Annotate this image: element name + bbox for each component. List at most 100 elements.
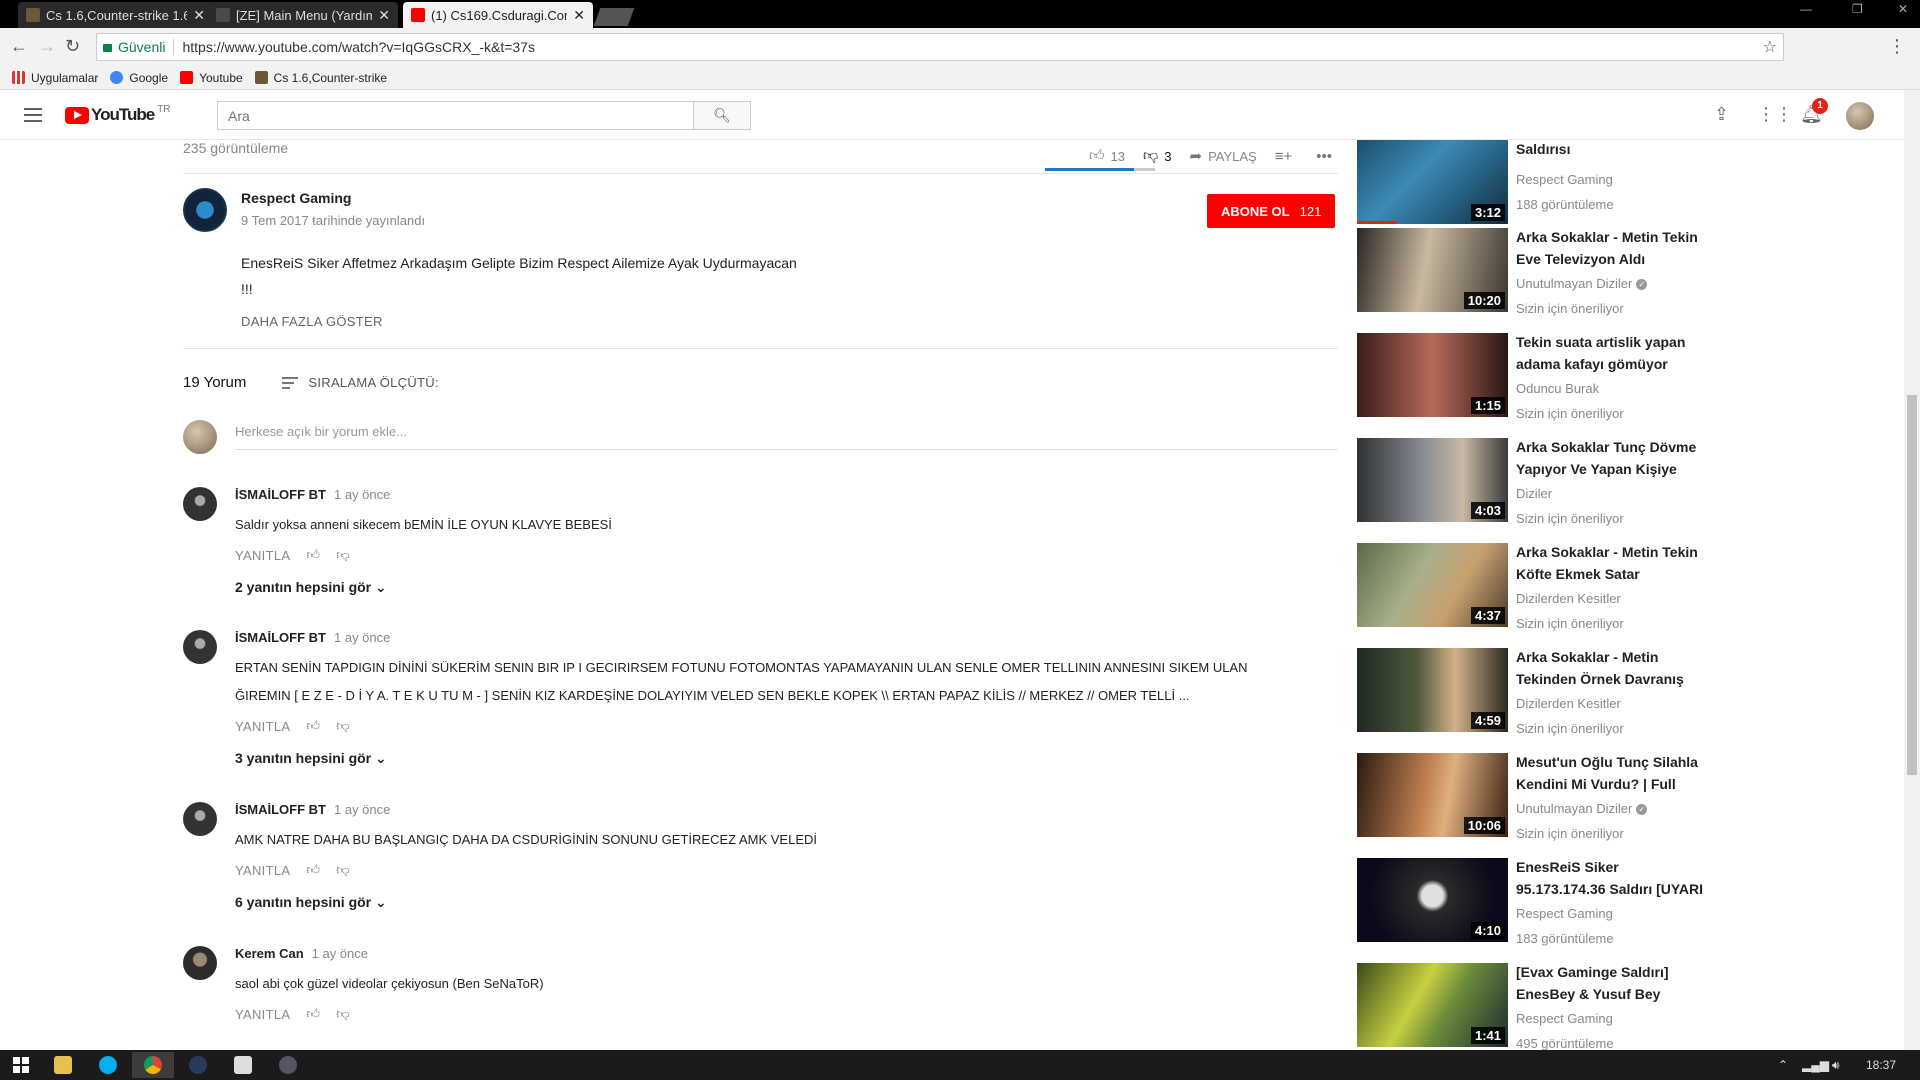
apps-icon[interactable]: ⋮⋮ [1757,104,1793,125]
show-more-button[interactable]: DAHA FAZLA GÖSTER [241,314,383,329]
related-video[interactable]: 1:15 Tekin suata artislik yapan adama kaf… [1357,331,1717,421]
related-video-channel[interactable]: Respect Gaming [1516,1011,1613,1026]
commenter-avatar[interactable] [183,487,217,521]
related-video-title[interactable]: Arka Sokaklar - Metin Tekin Köfte Ekmek S… [1516,541,1716,585]
more-actions-button[interactable]: ••• [1316,148,1338,165]
comment-like-icon[interactable]: 👍︎ [306,547,320,563]
comment-author[interactable]: İSMAİLOFF BT [235,802,326,817]
like-button[interactable]: 👍︎ 13 [1089,147,1125,165]
upload-icon[interactable]: ⇪ [1714,104,1729,125]
related-video-channel[interactable]: Respect Gaming [1516,172,1613,187]
related-video-channel[interactable]: Respect Gaming [1516,906,1613,921]
subscribe-button[interactable]: ABONE OL 121 [1207,194,1336,228]
related-video-channel[interactable]: Unutulmayan Diziler ✓ [1516,801,1648,816]
comment-dislike-icon[interactable]: 👎︎ [336,862,350,878]
video-thumbnail[interactable]: 10:20 [1357,228,1508,312]
related-video[interactable]: 10:06 Mesut'un Oğlu Tunç Silahla Kendini … [1357,751,1717,841]
related-video-title[interactable]: Mesut'un Oğlu Tunç Silahla Kendini Mi Vur… [1516,751,1716,795]
reply-button[interactable]: YANITLA [235,863,290,878]
browser-tab-active[interactable]: (1) Cs169.Csduragi.Com ✕ [403,2,593,28]
volume-icon[interactable]: 🔊︎ [1832,1058,1840,1073]
taskbar-cs16[interactable] [222,1052,264,1078]
related-video-title[interactable]: Arka Sokaklar - Metin Tekin Eve Televizyo… [1516,226,1716,270]
url-text[interactable]: https://www.youtube.com/watch?v=IqGGsCRX… [182,39,535,55]
related-video-channel[interactable]: Unutulmayan Diziler ✓ [1516,276,1648,291]
view-replies-button[interactable]: 2 yanıtın hepsini gör ⌄ [235,579,387,596]
chrome-menu-icon[interactable]: ⋮ [1888,36,1906,57]
secure-indicator[interactable]: Güvenli [97,39,165,55]
page-scrollbar[interactable] [1904,90,1920,1050]
channel-name[interactable]: Respect Gaming [241,190,351,206]
related-video[interactable]: 1:41 [Evax Gaminge Saldırı] EnesBey & Yus… [1357,961,1717,1050]
bookmark-youtube[interactable]: Youtube [180,71,243,85]
sort-menu[interactable]: SIRALAMA ÖLÇÜTÜ: [282,375,439,390]
comment-like-icon[interactable]: 👍︎ [306,1006,320,1022]
related-video[interactable]: 10:20 Arka Sokaklar - Metin Tekin Eve Tel… [1357,226,1717,316]
commenter-avatar[interactable] [183,630,217,664]
reply-button[interactable]: YANITLA [235,1007,290,1022]
video-thumbnail[interactable]: 10:06 [1357,753,1508,837]
comment-time[interactable]: 1 ay önce [312,946,368,961]
related-video-title[interactable]: Tekin suata artislik yapan adama kafayı g… [1516,331,1716,375]
add-to-playlist-button[interactable]: ≡+ [1275,148,1299,165]
related-video[interactable]: 3:12 Saldırısı Respect Gaming 188 görünt… [1357,140,1717,226]
browser-tab[interactable]: [ZE] Main Menu (Yardım ✕ [208,2,398,28]
comment-author[interactable]: Kerem Can [235,946,304,961]
related-video[interactable]: 4:37 Arka Sokaklar - Metin Tekin Köfte Ek… [1357,541,1717,631]
video-thumbnail[interactable]: 1:41 [1357,963,1508,1047]
reload-icon[interactable]: ↻ [65,36,80,57]
search-input[interactable] [218,102,693,129]
related-video-channel[interactable]: Dizilerden Kesitler [1516,696,1621,711]
commenter-avatar[interactable] [183,946,217,980]
share-button[interactable]: ➦ PAYLAŞ [1189,147,1256,165]
hamburger-menu-icon[interactable] [24,108,42,122]
bookmark-apps[interactable]: Uygulamalar [12,71,98,85]
forward-icon[interactable]: → [38,36,56,57]
network-icon[interactable]: ▂▄▆ [1802,1058,1829,1072]
bookmark-google[interactable]: Google [110,71,168,85]
commenter-avatar[interactable] [183,802,217,836]
related-video[interactable]: 4:59 Arka Sokaklar - Metin Tekinden Örnek… [1357,646,1717,736]
comment-like-icon[interactable]: 👍︎ [306,862,320,878]
clock[interactable]: 18:37 [1866,1058,1896,1072]
comment-dislike-icon[interactable]: 👎︎ [336,547,350,563]
video-thumbnail[interactable]: 4:03 [1357,438,1508,522]
reply-button[interactable]: YANITLA [235,548,290,563]
related-video-channel[interactable]: Dizilerden Kesitler [1516,591,1621,606]
related-video-channel[interactable]: Diziler [1516,486,1552,501]
dislike-button[interactable]: 👎︎ 3 [1143,147,1171,165]
maximize-icon[interactable]: ❐ [1852,2,1863,16]
related-video-title[interactable]: Arka Sokaklar - Metin Tekinden Örnek Davr… [1516,646,1716,690]
reply-button[interactable]: YANITLA [235,719,290,734]
related-video[interactable]: 4:10 EnesReiS Siker 95.173.174.36 Saldırı… [1357,858,1717,946]
comment-time[interactable]: 1 ay önce [334,487,390,502]
video-thumbnail[interactable]: 4:10 [1357,858,1508,942]
add-comment-input[interactable]: Herkese açık bir yorum ekle... [235,424,1338,450]
close-tab-icon[interactable]: ✕ [378,7,390,24]
comment-time[interactable]: 1 ay önce [334,630,390,645]
tray-chevron-icon[interactable]: ⌃ [1778,1058,1788,1072]
minimize-icon[interactable]: — [1800,2,1812,16]
related-video-title[interactable]: [Evax Gaminge Saldırı] EnesBey & Yusuf Be… [1516,961,1716,1005]
comment-dislike-icon[interactable]: 👎︎ [336,1006,350,1022]
account-avatar[interactable] [1846,102,1874,130]
video-thumbnail[interactable]: 1:15 [1357,333,1508,417]
close-window-icon[interactable]: ✕ [1898,2,1908,16]
taskbar-app[interactable] [177,1052,219,1078]
bookmark-cs16[interactable]: Cs 1.6,Counter-strike [254,71,387,85]
comment-time[interactable]: 1 ay önce [334,802,390,817]
video-thumbnail[interactable]: 4:37 [1357,543,1508,627]
video-thumbnail[interactable]: 4:59 [1357,648,1508,732]
back-icon[interactable]: ← [10,36,28,57]
comment-author[interactable]: İSMAİLOFF BT [235,630,326,645]
address-bar[interactable]: Güvenli https://www.youtube.com/watch?v=… [96,33,1784,61]
taskbar-app2[interactable] [267,1052,309,1078]
bookmark-star-icon[interactable]: ☆ [1763,37,1777,57]
taskbar-skype[interactable] [87,1052,129,1078]
comment-like-icon[interactable]: 👍︎ [306,718,320,734]
taskbar-chrome[interactable] [132,1052,174,1078]
related-video-channel[interactable]: Oduncu Burak [1516,381,1599,396]
scrollbar-thumb[interactable] [1907,395,1917,775]
close-tab-icon[interactable]: ✕ [193,7,205,24]
browser-tab[interactable]: Cs 1.6,Counter-strike 1.6 ✕ [18,2,213,28]
